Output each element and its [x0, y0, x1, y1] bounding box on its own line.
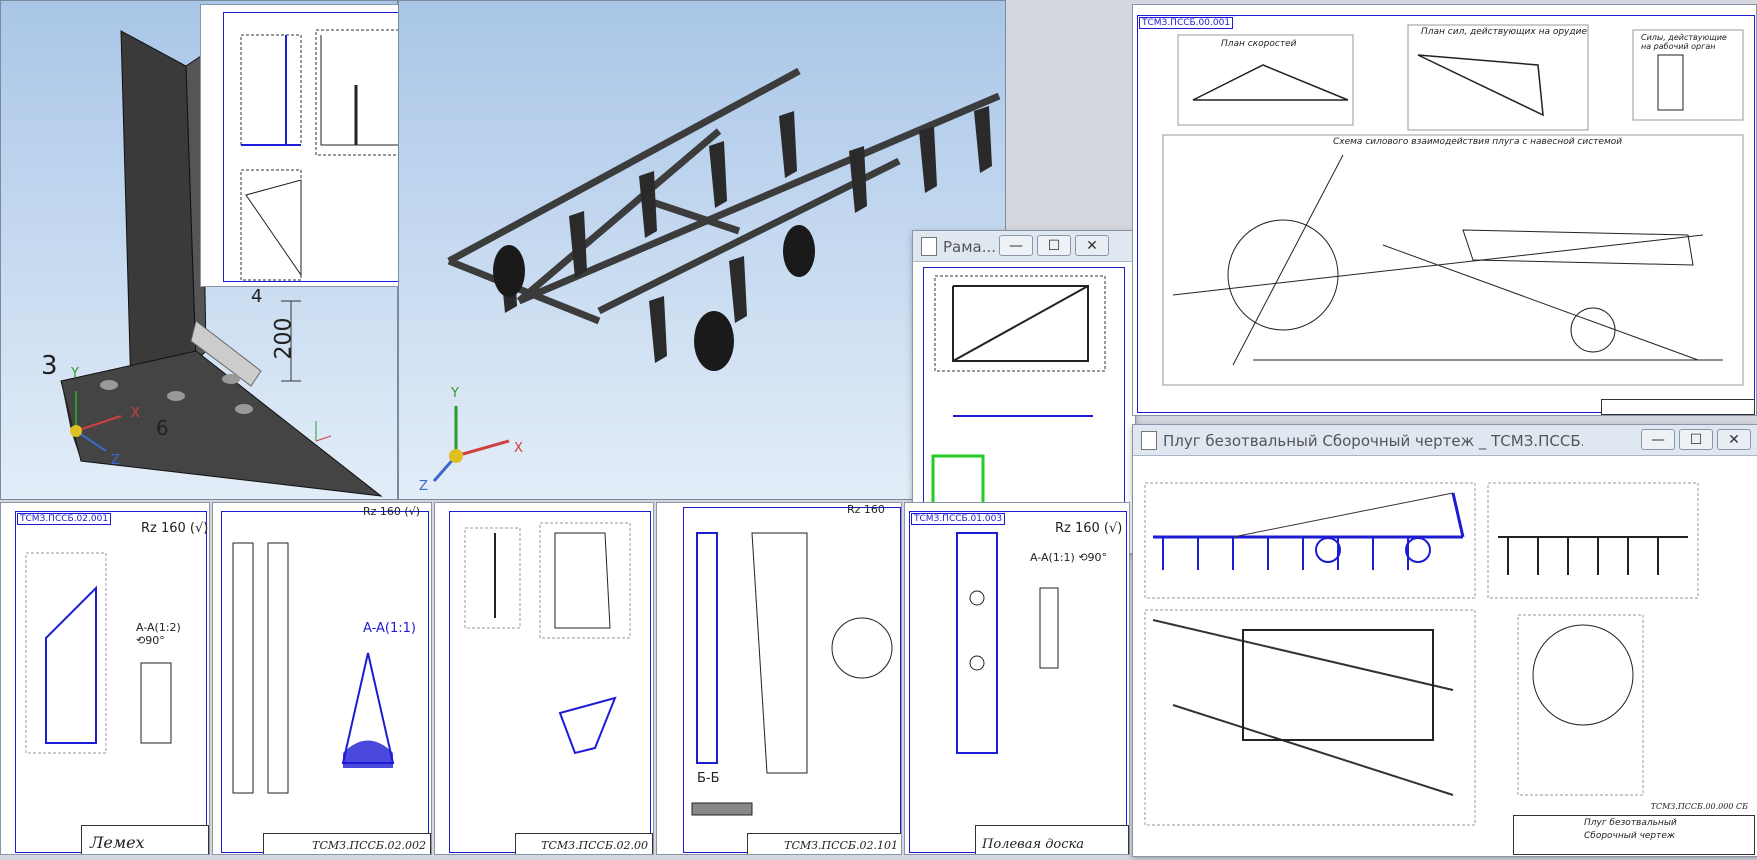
label-forces-body: Силы, действующие на рабочий орган	[1641, 33, 1727, 51]
stamp-text: ТСМЗ.ПССБ.02.002	[312, 839, 426, 852]
callout-6: 6	[156, 416, 169, 440]
axis-y-label: Y	[451, 386, 459, 401]
axis-y-label: Y	[71, 366, 79, 381]
sheet-part-101[interactable]: Rz 160 Б-Б ТСМЗ.ПССБ.02.101	[656, 502, 902, 855]
stamp-code: ТСМЗ.ПССБ.00.000 СБ	[1650, 802, 1748, 811]
roughness-mark: Rz 160	[847, 503, 885, 516]
axis-z-label: Z	[419, 479, 428, 494]
roughness-mark: Rz 160 (√)	[141, 521, 209, 536]
callout-4: 4	[251, 286, 263, 307]
window-plug-titlebar[interactable]: Плуг безотвальный Сборочный чертеж _ ТСМ…	[1133, 425, 1757, 456]
roughness-mark: Rz 160 (√)	[363, 505, 420, 518]
minimize-button[interactable]: —	[1641, 429, 1675, 450]
maximize-button[interactable]: ☐	[1679, 429, 1713, 450]
sheet-polevaya-doska[interactable]: ТСМЗ.ПССБ.01.003 Rz 160 (√) A-A(1:1) ⟲90…	[904, 502, 1130, 855]
title-block	[1601, 399, 1755, 415]
section-label: A-A(1:2) ⟲90°	[136, 621, 181, 647]
document-icon	[1141, 431, 1157, 450]
roughness-mark: Rz 160 (√)	[1055, 521, 1123, 536]
window-plug[interactable]: Плуг безотвальный Сборочный чертеж _ ТСМ…	[1132, 424, 1757, 857]
stamp-title: Плуг безотвальный	[1584, 818, 1677, 828]
sheet-tag: ТСМЗ.ПССБ.02.001	[17, 513, 112, 525]
stamp-text: ТСМЗ.ПССБ.02.101	[784, 839, 898, 852]
stamp-text: Лемех	[90, 833, 145, 852]
title-block: ТСМЗ.ПССБ.02.00	[515, 833, 653, 854]
label-plan-forces: План сил, действующих на орудие	[1421, 27, 1587, 37]
title-block: ТСМЗ.ПССБ.02.101	[747, 833, 901, 854]
sheet-part-002[interactable]: Rz 160 (√) A-A(1:1) ТСМЗ.ПССБ.02.002	[212, 502, 432, 855]
sheet-frame	[449, 511, 651, 853]
title-block: ТСМЗ.ПССБ.02.002	[263, 833, 431, 854]
stamp-subtitle: Сборочный чертеж	[1584, 831, 1676, 841]
sheet-frame	[683, 507, 901, 853]
dimension-label: 200	[271, 317, 297, 360]
axis-x-label: X	[131, 406, 140, 421]
window-plug-title: Плуг безотвальный Сборочный чертеж _ ТСМ…	[1163, 432, 1583, 450]
section-label: Б-Б	[697, 771, 720, 786]
plough-assembly-drawing	[1144, 482, 1699, 826]
minimize-button[interactable]: —	[999, 235, 1033, 256]
window-rama-titlebar[interactable]: Рама... — ☐ ✕	[913, 231, 1135, 262]
label-scheme: Схема силового взаимодействия плуга с на…	[1333, 137, 1623, 147]
maximize-button[interactable]: ☐	[1037, 235, 1071, 256]
sheet-frame	[1137, 15, 1755, 413]
axis-x-label: X	[514, 441, 523, 456]
section-label: A-A(1:1)	[363, 621, 416, 636]
close-button[interactable]: ✕	[1075, 235, 1109, 256]
sheet-tag: ТСМЗ.ПССБ.01.003	[911, 513, 1006, 525]
section-label: A-A(1:1) ⟲90°	[1030, 551, 1108, 564]
stamp-text: ТСМЗ.ПССБ.02.00	[541, 839, 648, 852]
sheet-frame	[221, 511, 429, 853]
label-plan-speeds: План скоростей	[1221, 39, 1297, 49]
callout-3: 3	[41, 351, 58, 381]
sheet-tag: ТСМЗ.ПССБ.00.001	[1139, 17, 1234, 29]
sheet-force-diagrams[interactable]: ТСМЗ.ПССБ.00.001 План скоростей План сил…	[1132, 4, 1757, 416]
axis-z-label: Z	[111, 453, 120, 468]
document-icon	[921, 237, 937, 256]
sheet-lemeh[interactable]: ТСМЗ.ПССБ.02.001 Rz 160 (√) A-A(1:2) ⟲90…	[0, 502, 210, 855]
close-button[interactable]: ✕	[1717, 429, 1751, 450]
window-rama-title: Рама...	[943, 238, 997, 256]
sheet-frame	[15, 511, 207, 853]
title-block: Плуг безотвальный Сборочный чертеж ТСМЗ.…	[1513, 802, 1755, 855]
title-block: Полевая доска	[975, 825, 1129, 854]
stamp-text: Полевая доска	[982, 837, 1085, 852]
sheet-part-00[interactable]: ТСМЗ.ПССБ.02.00	[434, 502, 654, 855]
title-block: Лемех	[81, 825, 209, 854]
